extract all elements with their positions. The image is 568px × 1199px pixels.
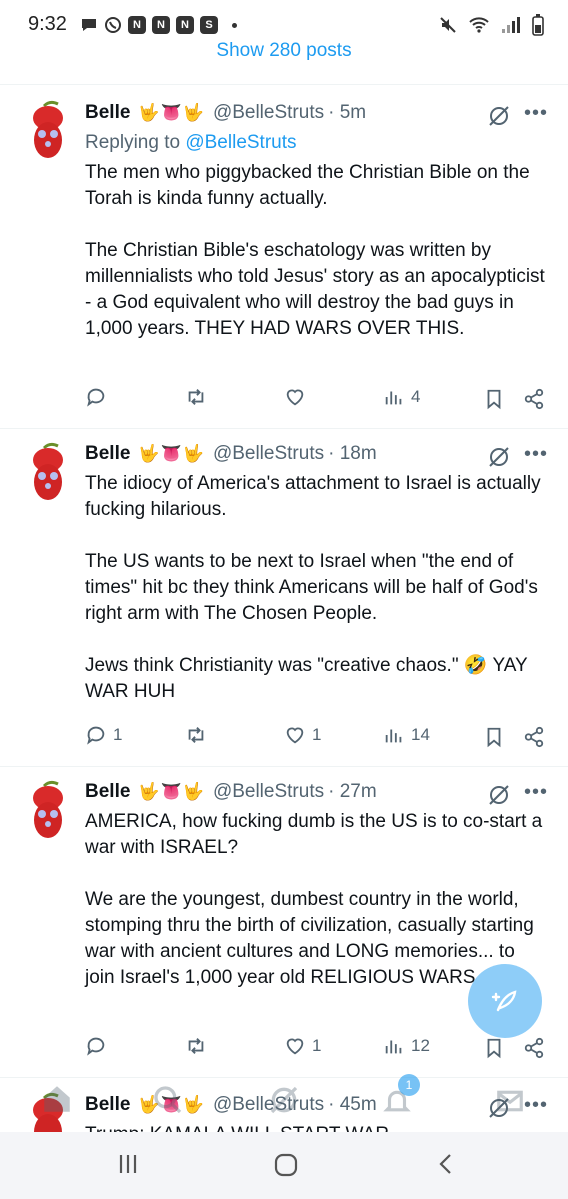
heart-icon	[286, 727, 304, 744]
reply-icon	[87, 388, 105, 407]
heart-icon	[286, 1038, 304, 1055]
repost-icon	[188, 727, 204, 743]
chat-icon	[82, 19, 96, 31]
grok-icon[interactable]	[487, 104, 511, 128]
whatsapp-icon	[105, 17, 121, 33]
n-icon: N	[152, 16, 170, 34]
tweet-actions: 1 12	[85, 1035, 550, 1061]
n-icon: N	[128, 16, 146, 34]
views-icon	[385, 1040, 402, 1054]
share-icon[interactable]	[523, 1037, 545, 1059]
view-count: 4	[411, 387, 421, 406]
author-emoji: 🤟👅🤟	[138, 103, 205, 122]
views-icon	[385, 391, 402, 405]
like-button[interactable]: 1	[284, 724, 321, 746]
reply-button[interactable]	[85, 1035, 113, 1057]
repost-button[interactable]	[185, 386, 213, 408]
bookmark-icon[interactable]	[483, 388, 505, 410]
repost-button[interactable]	[185, 1035, 213, 1057]
tweet-text: The idiocy of America's attachment to Is…	[85, 473, 541, 702]
view-count: 14	[411, 725, 430, 744]
compose-feather-icon	[491, 990, 517, 1012]
view-count: 12	[411, 1036, 430, 1055]
author-emoji: 🤟👅🤟	[138, 782, 205, 801]
notification-icons: N N N S	[80, 16, 237, 34]
grok-icon[interactable]	[487, 445, 511, 469]
avatar[interactable]	[26, 100, 70, 160]
author-name[interactable]: Belle	[85, 102, 130, 124]
mail-icon[interactable]	[494, 1086, 526, 1116]
replying-to: Replying to @BelleStruts	[85, 132, 297, 153]
more-notifications-dot	[232, 22, 237, 28]
tweet-time[interactable]: · 27m	[328, 781, 377, 803]
divider	[0, 1077, 568, 1078]
tweet-actions: 1 1 14	[85, 724, 550, 750]
heart-icon	[286, 389, 304, 406]
search-icon[interactable]	[152, 1084, 184, 1116]
system-icons	[438, 14, 544, 36]
tweet-actions: 4	[85, 386, 550, 412]
system-navigation-bar	[0, 1132, 568, 1199]
n-icon: N	[176, 16, 194, 34]
signal-icon	[502, 17, 520, 33]
home-button-icon[interactable]	[273, 1152, 299, 1178]
recent-apps-icon[interactable]	[116, 1152, 140, 1176]
show-new-posts-button[interactable]: Show 280 posts	[0, 40, 568, 62]
tweet-header: Belle 🤟👅🤟 @BelleStruts · 18m	[85, 443, 377, 465]
reply-icon	[87, 1037, 105, 1056]
author-handle[interactable]: @BelleStruts	[213, 443, 324, 465]
tweet-text: The men who piggybacked the Christian Bi…	[85, 162, 545, 339]
reply-button[interactable]	[85, 386, 113, 408]
more-options-icon[interactable]: •••	[524, 102, 548, 125]
author-name[interactable]: Belle	[85, 443, 130, 465]
reply-button[interactable]: 1	[85, 724, 122, 746]
tweet-text: AMERICA, how fucking dumb is the US is t…	[85, 811, 543, 988]
tweet-time[interactable]: · 18m	[328, 443, 377, 465]
reply-count: 1	[113, 725, 123, 744]
tweet-header: Belle 🤟👅🤟 @BelleStruts · 5m	[85, 102, 366, 124]
repost-icon	[188, 389, 204, 405]
like-count: 1	[312, 725, 322, 744]
reply-icon	[87, 726, 105, 745]
reply-handle-link[interactable]: @BelleStruts	[185, 132, 296, 153]
s-icon: S	[200, 16, 218, 34]
status-time: 9:32	[28, 13, 67, 35]
grok-icon[interactable]	[487, 783, 511, 807]
bookmark-icon[interactable]	[483, 1037, 505, 1059]
divider	[0, 766, 568, 767]
share-icon[interactable]	[523, 726, 545, 748]
share-icon[interactable]	[523, 388, 545, 410]
author-handle[interactable]: @BelleStruts	[213, 102, 324, 124]
repost-button[interactable]	[185, 724, 213, 746]
tweet-time[interactable]: · 5m	[328, 102, 366, 124]
like-button[interactable]: 1	[284, 1035, 321, 1057]
bottom-tab-bar: 1	[0, 1074, 568, 1132]
author-handle[interactable]: @BelleStruts	[213, 781, 324, 803]
grok-tab-icon[interactable]	[268, 1084, 300, 1116]
like-count: 1	[312, 1036, 322, 1055]
views-button[interactable]: 4	[383, 386, 420, 408]
author-emoji: 🤟👅🤟	[138, 444, 205, 463]
author-name[interactable]: Belle	[85, 781, 130, 803]
views-button[interactable]: 14	[383, 724, 430, 746]
home-icon[interactable]	[40, 1082, 74, 1116]
avatar[interactable]	[26, 780, 70, 840]
tweet-header: Belle 🤟👅🤟 @BelleStruts · 27m	[85, 781, 377, 803]
bookmark-icon[interactable]	[483, 726, 505, 748]
repost-icon	[188, 1038, 204, 1054]
more-options-icon[interactable]: •••	[524, 443, 548, 466]
views-icon	[385, 729, 402, 743]
mute-icon	[440, 17, 456, 33]
notification-badge: 1	[398, 1074, 420, 1096]
back-icon[interactable]	[434, 1152, 458, 1176]
divider	[0, 428, 568, 429]
battery-icon	[532, 14, 544, 36]
like-button[interactable]	[284, 386, 312, 408]
views-button[interactable]: 12	[383, 1035, 430, 1057]
compose-post-button[interactable]	[468, 964, 542, 1038]
divider	[0, 84, 568, 85]
more-options-icon[interactable]: •••	[524, 781, 548, 804]
wifi-icon	[469, 17, 489, 33]
avatar[interactable]	[26, 442, 70, 502]
